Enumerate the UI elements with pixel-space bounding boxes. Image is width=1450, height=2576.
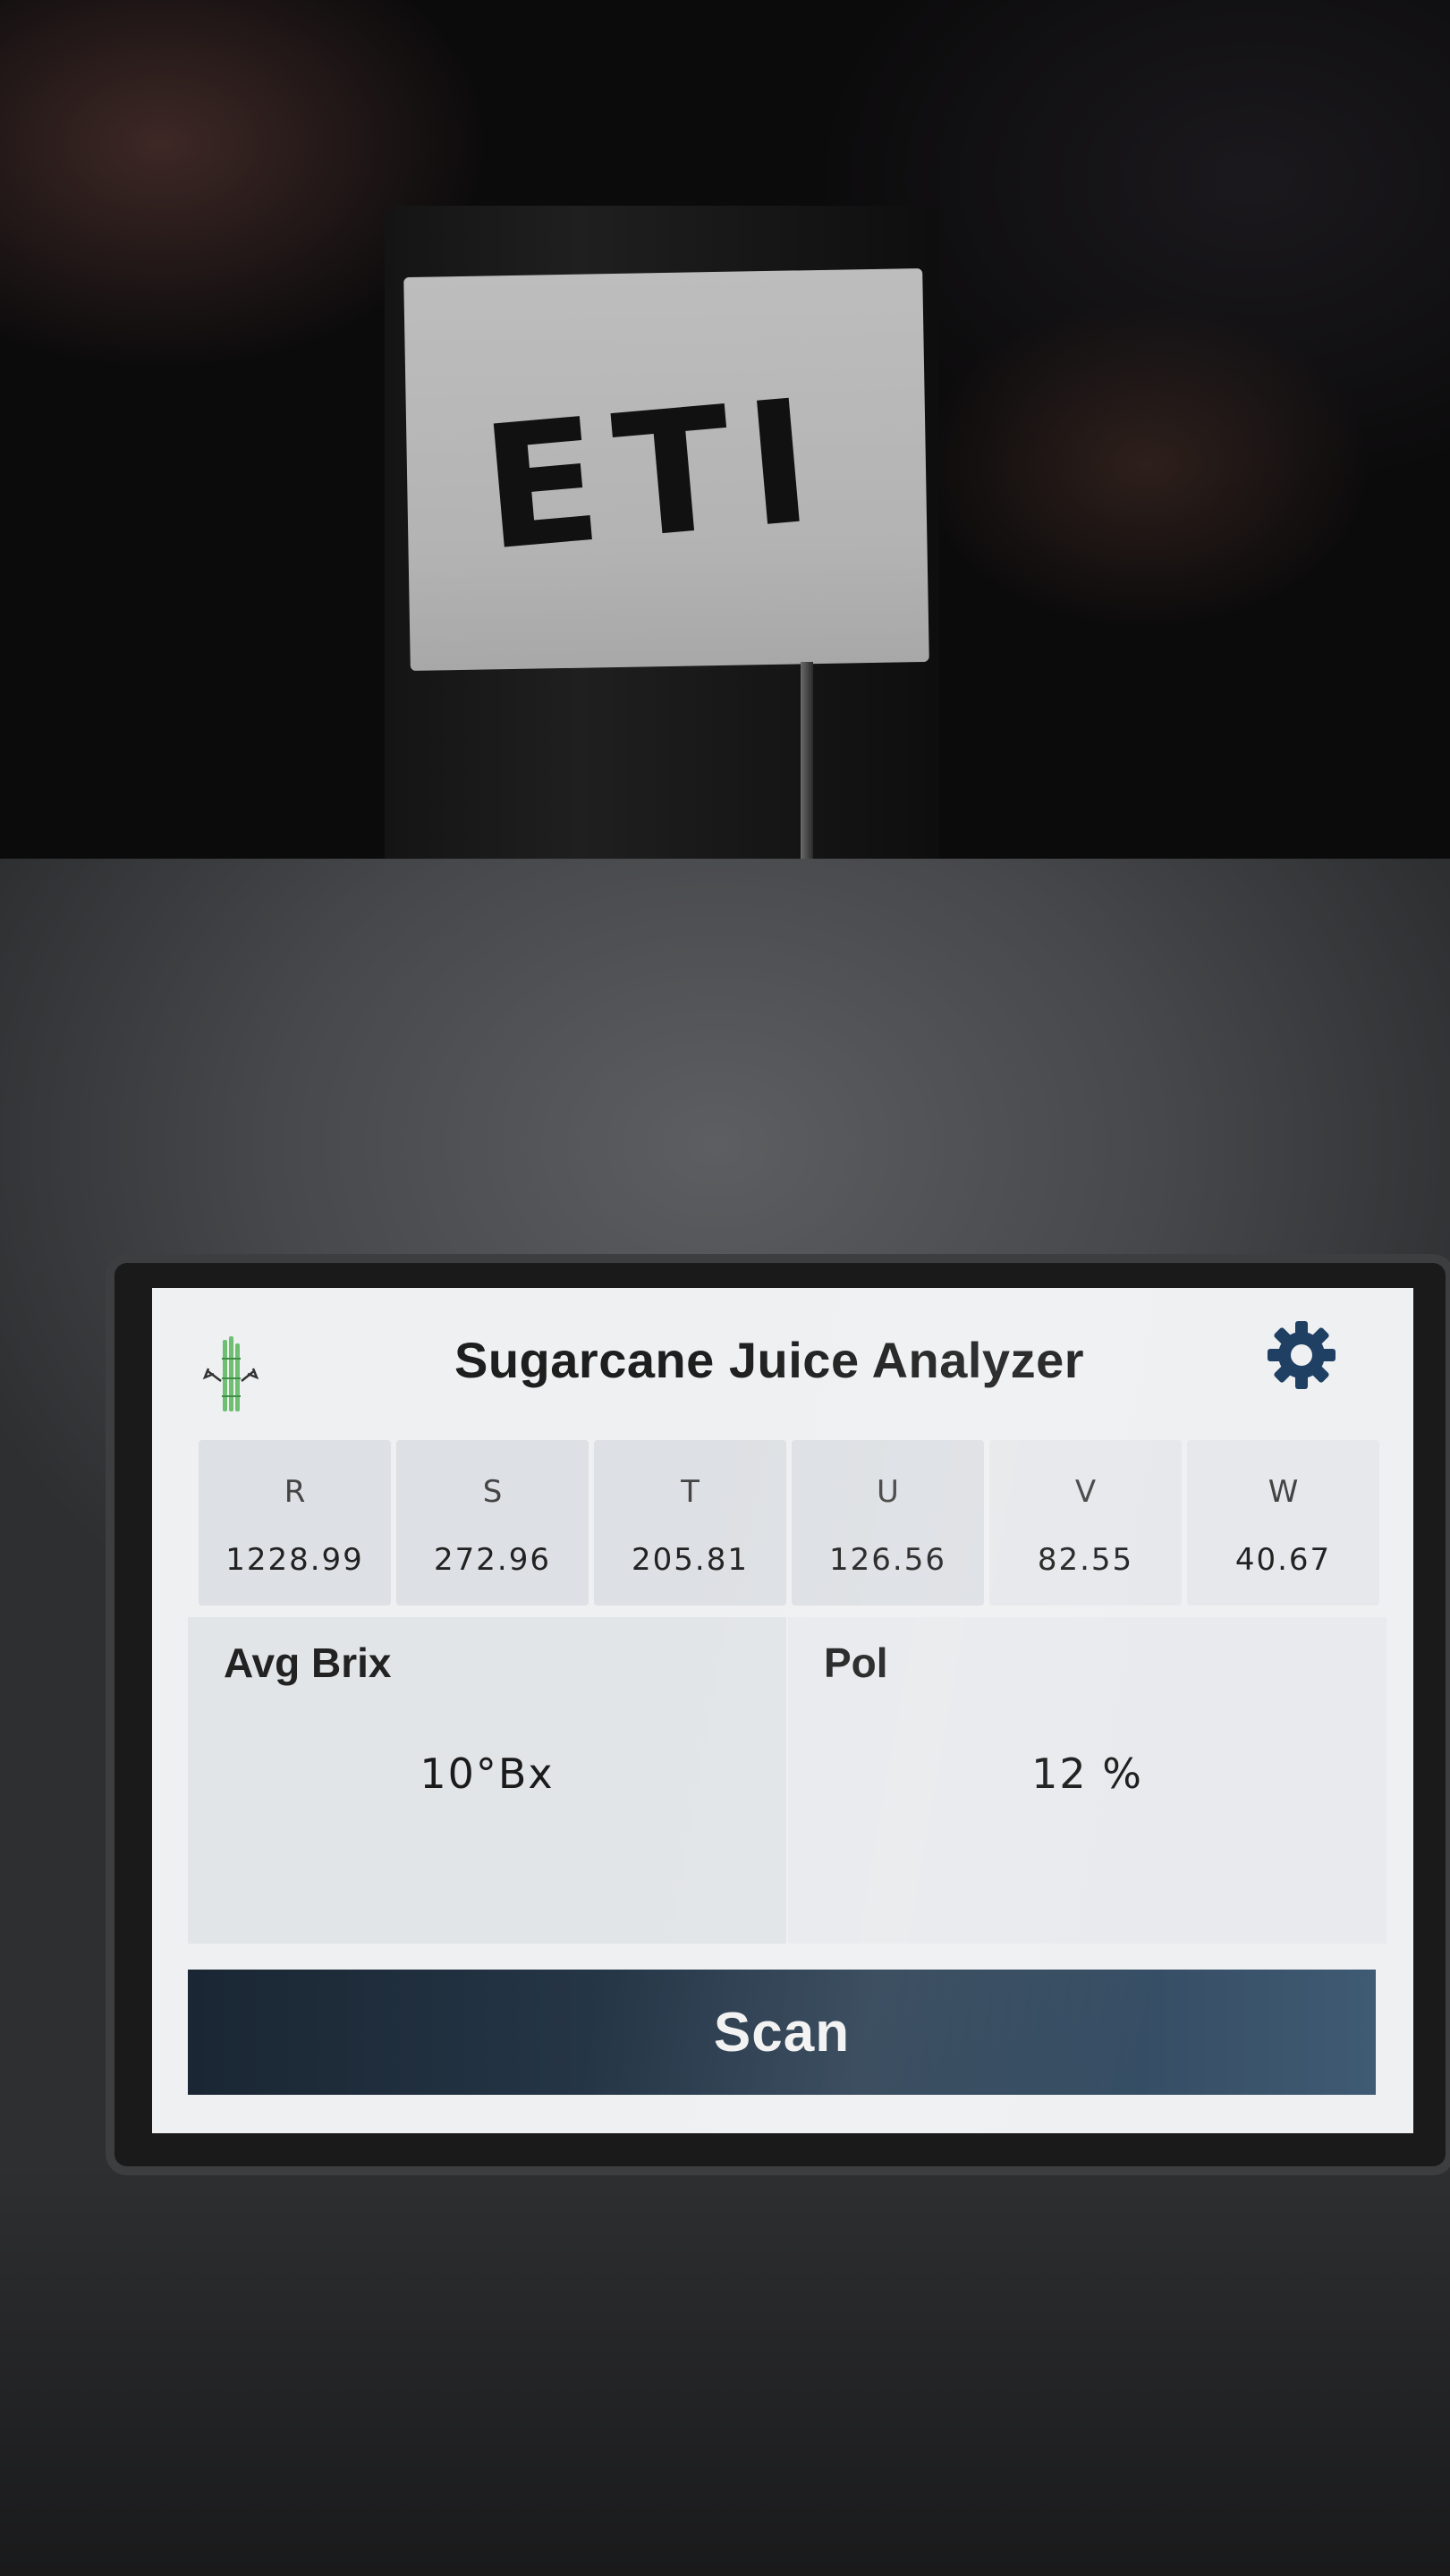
channel-value: 40.67 <box>1234 1542 1332 1578</box>
app-title: Sugarcane Juice Analyzer <box>454 1332 1084 1388</box>
scan-button[interactable]: Scan <box>188 1970 1376 2095</box>
tube-label-text: ETI <box>475 361 835 589</box>
channel-tile: U 126.56 <box>792 1440 984 1606</box>
brix-label: Avg Brix <box>224 1640 392 1686</box>
touchscreen: Sugarcane Juice Analyzer R 1228.99 S 272… <box>152 1288 1413 2133</box>
channel-tile: T 205.81 <box>594 1440 786 1606</box>
device-shadow <box>0 2165 1450 2576</box>
channel-tile: V 82.55 <box>989 1440 1182 1606</box>
pol-label: Pol <box>824 1640 888 1686</box>
channel-name: V <box>1074 1474 1097 1510</box>
results-area: Avg Brix 10°Bx Pol 12 % <box>188 1617 1386 1944</box>
pol-panel: Pol 12 % <box>786 1617 1386 1944</box>
channel-tile: R 1228.99 <box>199 1440 391 1606</box>
app-header: Sugarcane Juice Analyzer <box>152 1288 1413 1422</box>
spectral-channels: R 1228.99 S 272.96 T 205.81 U 126.56 V 8… <box>199 1440 1379 1606</box>
scan-button-label: Scan <box>713 2001 851 2063</box>
tube-rod <box>801 662 813 877</box>
channel-name: R <box>284 1474 306 1510</box>
channel-name: U <box>877 1474 899 1510</box>
brix-panel: Avg Brix 10°Bx <box>188 1617 786 1944</box>
channel-value: 1228.99 <box>225 1542 364 1578</box>
channel-value: 205.81 <box>632 1542 749 1578</box>
channel-name: W <box>1268 1474 1299 1510</box>
channel-value: 126.56 <box>829 1542 946 1578</box>
gear-icon[interactable] <box>1261 1315 1342 1395</box>
pol-value: 12 % <box>1031 1750 1143 1798</box>
channel-name: T <box>681 1474 700 1510</box>
channel-value: 82.55 <box>1037 1542 1134 1578</box>
brix-value: 10°Bx <box>420 1750 555 1798</box>
channel-tile: W 40.67 <box>1187 1440 1379 1606</box>
channel-name: S <box>482 1474 503 1510</box>
channel-value: 272.96 <box>434 1542 551 1578</box>
channel-tile: S 272.96 <box>396 1440 589 1606</box>
